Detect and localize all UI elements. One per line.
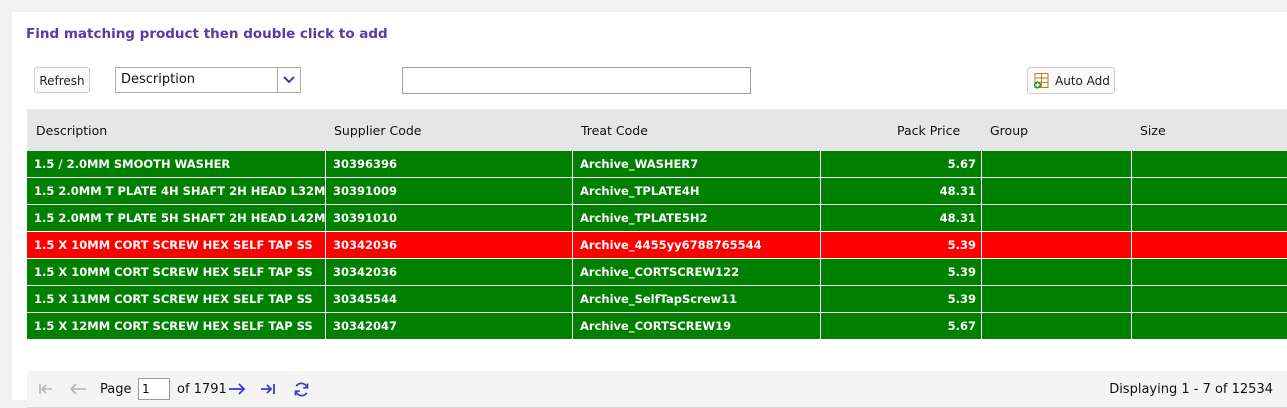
auto-add-label: Auto Add <box>1055 73 1110 88</box>
page-number-input[interactable] <box>138 378 170 400</box>
cell-pack-price: 5.39 <box>821 259 982 285</box>
cell-description: 1.5 2.0MM T PLATE 4H SHAFT 2H HEAD L32MM <box>27 178 326 204</box>
first-page-icon[interactable] <box>38 381 54 401</box>
cell-group <box>982 313 1132 339</box>
prev-page-icon[interactable] <box>69 381 87 401</box>
cell-pack-price: 5.39 <box>821 232 982 258</box>
cell-group <box>982 232 1132 258</box>
table-row[interactable]: 1.5 X 10MM CORT SCREW HEX SELF TAP SS 30… <box>27 232 1287 259</box>
cell-supplier-code: 30391010 <box>326 205 573 231</box>
search-field-select[interactable]: Description <box>115 67 301 93</box>
product-picker-panel: Find matching product then double click … <box>12 12 1287 408</box>
cell-pack-price: 48.31 <box>821 178 982 204</box>
grid-header: Description Supplier Code Treat Code Pac… <box>27 109 1287 151</box>
page-count-label: of 1791 <box>177 382 227 397</box>
product-grid: Description Supplier Code Treat Code Pac… <box>27 109 1287 340</box>
grid-add-icon <box>1033 72 1049 89</box>
cell-description: 1.5 X 10MM CORT SCREW HEX SELF TAP SS <box>27 259 326 285</box>
table-row[interactable]: 1.5 2.0MM T PLATE 5H SHAFT 2H HEAD L42MM… <box>27 205 1287 232</box>
cell-size <box>1132 205 1287 231</box>
cell-supplier-code: 30342036 <box>326 259 573 285</box>
cell-description: 1.5 2.0MM T PLATE 5H SHAFT 2H HEAD L42MM <box>27 205 326 231</box>
cell-description: 1.5 / 2.0MM SMOOTH WASHER <box>27 151 326 177</box>
panel-heading: Find matching product then double click … <box>26 26 388 42</box>
cell-supplier-code: 30342036 <box>326 232 573 258</box>
search-field-select-value: Description <box>121 72 196 87</box>
cell-size <box>1132 313 1287 339</box>
table-row[interactable]: 1.5 X 12MM CORT SCREW HEX SELF TAP SS 30… <box>27 313 1287 340</box>
column-header-group[interactable]: Group <box>990 123 1028 138</box>
pagination-bar: Page of 1791 Displaying 1 - 7 of 12534 <box>27 371 1287 408</box>
cell-supplier-code: 30391009 <box>326 178 573 204</box>
cell-group <box>982 178 1132 204</box>
display-count: Displaying 1 - 7 of 12534 <box>1109 382 1273 397</box>
cell-description: 1.5 X 11MM CORT SCREW HEX SELF TAP SS <box>27 286 326 312</box>
cell-supplier-code: 30396396 <box>326 151 573 177</box>
cell-pack-price: 5.67 <box>821 313 982 339</box>
auto-add-button[interactable]: Auto Add <box>1027 67 1115 94</box>
cell-treat-code: Archive_TPLATE4H <box>573 178 821 204</box>
table-row[interactable]: 1.5 X 10MM CORT SCREW HEX SELF TAP SS 30… <box>27 259 1287 286</box>
cell-treat-code: Archive_CORTSCREW122 <box>573 259 821 285</box>
refresh-button[interactable]: Refresh <box>34 67 90 93</box>
cell-group <box>982 286 1132 312</box>
cell-treat-code: Archive_SelfTapScrew11 <box>573 286 821 312</box>
next-page-icon[interactable] <box>228 381 246 401</box>
table-row[interactable]: 1.5 2.0MM T PLATE 4H SHAFT 2H HEAD L32MM… <box>27 178 1287 205</box>
cell-description: 1.5 X 12MM CORT SCREW HEX SELF TAP SS <box>27 313 326 339</box>
cell-supplier-code: 30342047 <box>326 313 573 339</box>
cell-pack-price: 48.31 <box>821 205 982 231</box>
table-row[interactable]: 1.5 X 11MM CORT SCREW HEX SELF TAP SS 30… <box>27 286 1287 313</box>
page-label: Page <box>100 382 132 397</box>
cell-group <box>982 151 1132 177</box>
cell-supplier-code: 30345544 <box>326 286 573 312</box>
last-page-icon[interactable] <box>260 381 276 401</box>
cell-size <box>1132 286 1287 312</box>
table-row[interactable]: 1.5 / 2.0MM SMOOTH WASHER 30396396 Archi… <box>27 151 1287 178</box>
cell-size <box>1132 259 1287 285</box>
cell-group <box>982 259 1132 285</box>
cell-size <box>1132 178 1287 204</box>
column-header-pack-price[interactable]: Pack Price <box>897 123 960 138</box>
cell-treat-code: Archive_CORTSCREW19 <box>573 313 821 339</box>
column-header-supplier-code[interactable]: Supplier Code <box>334 123 421 138</box>
cell-pack-price: 5.67 <box>821 151 982 177</box>
cell-treat-code: Archive_4455yy6788765544 <box>573 232 821 258</box>
column-header-description[interactable]: Description <box>36 123 107 138</box>
chevron-down-icon[interactable] <box>277 68 300 92</box>
cell-group <box>982 205 1132 231</box>
cell-description: 1.5 X 10MM CORT SCREW HEX SELF TAP SS <box>27 232 326 258</box>
cell-pack-price: 5.39 <box>821 286 982 312</box>
refresh-icon[interactable] <box>293 381 310 402</box>
cell-size <box>1132 232 1287 258</box>
cell-treat-code: Archive_WASHER7 <box>573 151 821 177</box>
column-header-size[interactable]: Size <box>1140 123 1166 138</box>
search-input[interactable] <box>402 67 751 94</box>
column-header-treat-code[interactable]: Treat Code <box>581 123 648 138</box>
cell-treat-code: Archive_TPLATE5H2 <box>573 205 821 231</box>
cell-size <box>1132 151 1287 177</box>
